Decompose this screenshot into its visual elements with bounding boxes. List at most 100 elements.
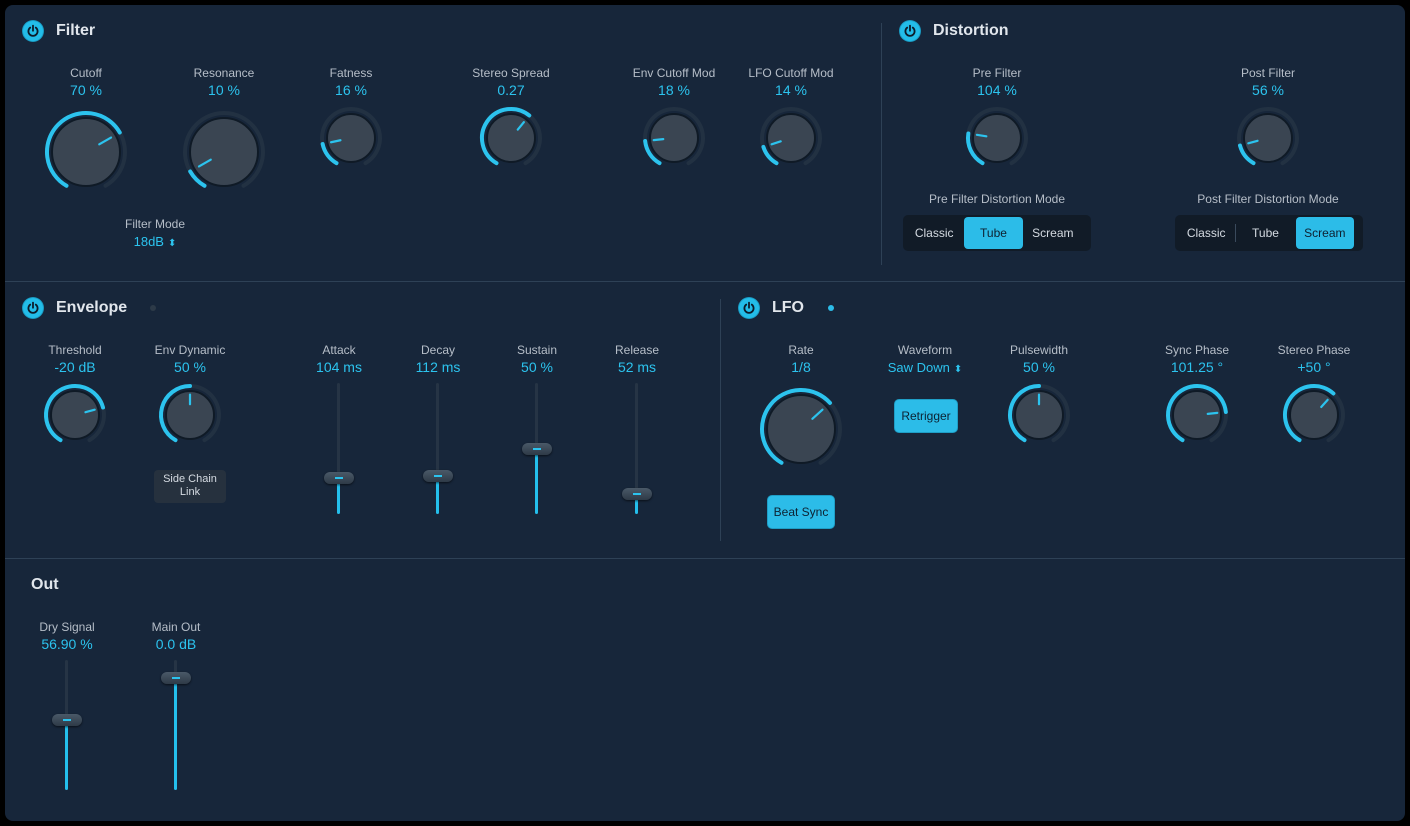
- pre-filter-mode-label: Pre Filter Distortion Mode: [928, 192, 1066, 206]
- sync-phase-value: 101.25 °: [1170, 359, 1224, 375]
- filter-distortion-divider: [881, 23, 882, 265]
- section-divider-top: [5, 281, 1405, 282]
- knob-body: [1289, 390, 1339, 440]
- resonance-label: Resonance: [193, 66, 255, 80]
- power-icon: [743, 301, 755, 314]
- envelope-lfo-divider: [720, 299, 721, 541]
- slider-thumb[interactable]: [423, 469, 453, 482]
- filter-mode-value: 18dB: [133, 234, 164, 249]
- mode-option-scream[interactable]: Scream: [1295, 217, 1354, 249]
- filter-power-button[interactable]: [23, 21, 43, 41]
- envelope-power-button[interactable]: [23, 298, 43, 318]
- threshold-knob[interactable]: [41, 381, 109, 449]
- env-dynamic-label: Env Dynamic: [154, 343, 226, 357]
- fatness-value: 16 %: [335, 82, 367, 98]
- knob-body: [189, 117, 259, 187]
- power-icon: [904, 24, 916, 37]
- knob-indicator: [1206, 411, 1219, 415]
- side-chain-link-button[interactable]: Side Chain Link: [154, 470, 226, 503]
- beat-sync-button[interactable]: Beat Sync: [768, 496, 834, 528]
- filter-mode-select[interactable]: 18dB ⬍: [134, 234, 177, 249]
- decay-label: Decay: [420, 343, 456, 357]
- sustain-slider[interactable]: [517, 383, 557, 514]
- rate-knob[interactable]: [757, 385, 845, 473]
- retrigger-button[interactable]: Retrigger: [895, 400, 957, 432]
- main-out-slider[interactable]: [156, 660, 196, 790]
- cutoff-label: Cutoff: [70, 66, 102, 80]
- attack-slider[interactable]: [319, 383, 359, 514]
- stereo-spread-value: 0.27: [497, 82, 525, 98]
- decay-value: 112 ms: [415, 359, 461, 375]
- knob-body: [766, 394, 836, 464]
- post-filter-knob[interactable]: [1234, 104, 1302, 172]
- slider-thumb[interactable]: [324, 472, 354, 485]
- pulsewidth-knob[interactable]: [1005, 381, 1073, 449]
- env-cutoff-mod-value: 18 %: [658, 82, 690, 98]
- sustain-value: 50 %: [521, 359, 553, 375]
- slider-thumb[interactable]: [622, 487, 652, 500]
- plugin-panel: Filter Cutoff 70 % Resonance 10 % Fatnes…: [5, 5, 1405, 821]
- post-filter-label: Post Filter: [1240, 66, 1296, 80]
- stereo-phase-knob[interactable]: [1280, 381, 1348, 449]
- sync-phase-knob[interactable]: [1163, 381, 1231, 449]
- filter-title: Filter: [56, 22, 96, 39]
- slider-thumb[interactable]: [161, 671, 191, 684]
- pulsewidth-value: 50 %: [1023, 359, 1055, 375]
- knob-body: [326, 113, 376, 163]
- chevron-updown-icon: ⬍: [953, 364, 963, 375]
- lfo-cutoff-mod-knob[interactable]: [757, 104, 825, 172]
- knob-body: [51, 117, 121, 187]
- knob-body: [972, 113, 1022, 163]
- release-value: 52 ms: [617, 359, 657, 375]
- fatness-knob[interactable]: [317, 104, 385, 172]
- slider-thumb[interactable]: [522, 442, 552, 455]
- dry-signal-slider[interactable]: [47, 660, 87, 790]
- cutoff-knob[interactable]: [42, 108, 130, 196]
- env-dynamic-value: 50 %: [174, 359, 206, 375]
- env-cutoff-mod-label: Env Cutoff Mod: [632, 66, 716, 80]
- envelope-activity-led: [150, 305, 156, 311]
- lfo-cutoff-mod-label: LFO Cutoff Mod: [748, 66, 834, 80]
- slider-thumb[interactable]: [52, 714, 82, 727]
- post-filter-mode-label: Post Filter Distortion Mode: [1197, 192, 1339, 206]
- mode-option-tube[interactable]: Tube: [1236, 217, 1294, 249]
- distortion-title: Distortion: [933, 22, 1009, 39]
- release-slider[interactable]: [617, 383, 657, 514]
- sustain-label: Sustain: [516, 343, 558, 357]
- stereo-spread-label: Stereo Spread: [472, 66, 550, 80]
- envelope-title: Envelope: [56, 299, 128, 316]
- power-icon: [27, 24, 39, 37]
- mode-option-scream[interactable]: Scream: [1024, 217, 1082, 249]
- waveform-value: Saw Down: [887, 360, 950, 375]
- pre-filter-knob[interactable]: [963, 104, 1031, 172]
- threshold-label: Threshold: [48, 343, 102, 357]
- filter-mode-label: Filter Mode: [124, 217, 186, 231]
- slider-fill: [174, 677, 177, 790]
- knob-body: [1172, 390, 1222, 440]
- slider-fill: [65, 720, 68, 790]
- fatness-label: Fatness: [329, 66, 373, 80]
- mode-option-classic[interactable]: Classic: [1177, 217, 1235, 249]
- stereo-spread-knob[interactable]: [477, 104, 545, 172]
- waveform-select[interactable]: Saw Down ⬍: [888, 360, 963, 375]
- lfo-power-button[interactable]: [739, 298, 759, 318]
- rate-value: 1/8: [791, 359, 811, 375]
- distortion-power-button[interactable]: [900, 21, 920, 41]
- env-dynamic-knob[interactable]: [156, 381, 224, 449]
- pre-filter-value: 104 %: [977, 82, 1017, 98]
- env-cutoff-mod-knob[interactable]: [640, 104, 708, 172]
- resonance-value: 10 %: [208, 82, 240, 98]
- knob-body: [766, 113, 816, 163]
- post-filter-mode-selector: Classic Tube Scream: [1175, 215, 1363, 251]
- dry-signal-label: Dry Signal: [39, 620, 95, 634]
- knob-body: [486, 113, 536, 163]
- out-title: Out: [31, 576, 59, 593]
- main-out-value: 0.0 dB: [155, 636, 197, 652]
- stereo-phase-value: +50 °: [1297, 359, 1331, 375]
- decay-slider[interactable]: [418, 383, 458, 514]
- lfo-cutoff-mod-value: 14 %: [775, 82, 807, 98]
- mode-option-tube[interactable]: Tube: [964, 217, 1023, 249]
- mode-option-classic[interactable]: Classic: [905, 217, 963, 249]
- resonance-knob[interactable]: [180, 108, 268, 196]
- rate-label: Rate: [788, 343, 814, 357]
